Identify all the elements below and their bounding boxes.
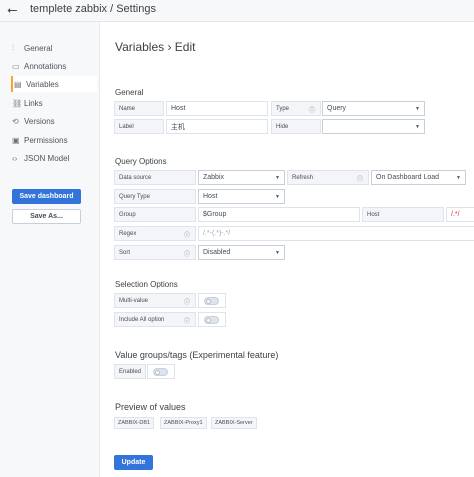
editor-heading: Variables › Edit bbox=[115, 40, 196, 54]
sidebar-item-variables[interactable]: ▤ Variables bbox=[11, 76, 97, 92]
hide-select[interactable]: ▼ bbox=[322, 119, 425, 134]
general-section-title: General bbox=[115, 88, 144, 97]
preview-value-tag: ZABBIX-Server bbox=[211, 417, 257, 429]
refresh-label: Refresh ⓘ bbox=[287, 170, 369, 185]
sidebar-item-label: Versions bbox=[24, 116, 55, 126]
sidebar-item-label: Permissions bbox=[24, 135, 68, 145]
history-icon: ⟲ bbox=[12, 116, 19, 126]
preview-value-tag: ZABBIX-DB1 bbox=[114, 417, 155, 429]
hide-label: Hide bbox=[271, 119, 321, 134]
info-icon[interactable]: ⓘ bbox=[184, 316, 190, 325]
info-icon[interactable]: ⓘ bbox=[184, 297, 190, 306]
arrow-left-icon[interactable]: ⭠ bbox=[7, 2, 17, 18]
regex-label: Regex ⓘ bbox=[114, 226, 196, 241]
sidebar-item-label: Annotations bbox=[24, 61, 67, 71]
group-input[interactable]: $Group bbox=[198, 207, 360, 222]
include-all-label: Include All option ⓘ bbox=[114, 312, 196, 327]
settings-sidebar: ⫶ General ▭ Annotations ▤ Variables ⛓ Li… bbox=[0, 22, 100, 477]
save-dashboard-button[interactable]: Save dashboard bbox=[12, 189, 81, 204]
preview-value-tag: ZABBIX-Proxy1 bbox=[160, 417, 207, 429]
multi-value-toggle[interactable] bbox=[204, 297, 219, 305]
sidebar-item-label: Variables bbox=[26, 79, 59, 89]
sidebar-item-annotations[interactable]: ▭ Annotations bbox=[12, 58, 98, 74]
value-groups-toggle[interactable] bbox=[153, 368, 168, 376]
sidebar-item-json-model[interactable]: ‹› JSON Model bbox=[12, 150, 98, 166]
query-type-label: Query Type bbox=[114, 189, 196, 204]
include-all-toggle-wrap bbox=[198, 312, 226, 327]
link-icon: ⛓ bbox=[12, 98, 23, 108]
chevron-down-icon: ▼ bbox=[456, 175, 461, 181]
info-icon[interactable]: ⓘ bbox=[309, 105, 315, 114]
name-label: Name bbox=[114, 101, 164, 116]
datasource-label: Data source bbox=[114, 170, 196, 185]
preview-section-title: Preview of values bbox=[115, 402, 186, 412]
multi-value-label: Multi-value ⓘ bbox=[114, 293, 196, 308]
group-label: Group bbox=[114, 207, 196, 222]
multi-value-toggle-wrap bbox=[198, 293, 226, 308]
update-button[interactable]: Update bbox=[114, 455, 153, 470]
label-label: Label bbox=[114, 119, 164, 134]
page-title: templete zabbix / Settings bbox=[30, 3, 156, 15]
sidebar-item-links[interactable]: ⛓ Links bbox=[12, 95, 98, 111]
sort-label: Sort ⓘ bbox=[114, 245, 196, 260]
sidebar-item-permissions[interactable]: ▣ Permissions bbox=[12, 132, 98, 148]
lock-icon: ▣ bbox=[12, 135, 20, 145]
host-label: Host bbox=[362, 207, 444, 222]
chevron-down-icon: ▼ bbox=[275, 194, 280, 200]
sliders-icon: ⫶ bbox=[12, 43, 14, 52]
sidebar-item-label: JSON Model bbox=[24, 153, 70, 163]
info-icon[interactable]: ⓘ bbox=[357, 174, 363, 183]
type-select[interactable]: Query ▼ bbox=[322, 101, 425, 116]
refresh-select[interactable]: On Dashboard Load ▼ bbox=[371, 170, 466, 185]
info-icon[interactable]: ⓘ bbox=[184, 249, 190, 258]
selection-options-section-title: Selection Options bbox=[115, 280, 178, 289]
datasource-select[interactable]: Zabbix ▼ bbox=[198, 170, 285, 185]
comment-icon: ▭ bbox=[12, 61, 20, 71]
variables-icon: ▤ bbox=[14, 79, 22, 89]
page-header: ⭠ templete zabbix / Settings bbox=[0, 0, 474, 22]
info-icon[interactable]: ⓘ bbox=[184, 230, 190, 239]
sidebar-item-general[interactable]: ⫶ General bbox=[12, 40, 98, 56]
save-as-button[interactable]: Save As... bbox=[12, 209, 81, 224]
include-all-toggle[interactable] bbox=[204, 316, 219, 324]
value-groups-section-title: Value groups/tags (Experimental feature) bbox=[115, 350, 279, 360]
query-type-select[interactable]: Host ▼ bbox=[198, 189, 285, 204]
host-input[interactable]: /.*/ bbox=[446, 207, 474, 222]
code-icon: ‹› bbox=[12, 153, 18, 163]
type-label: Type ⓘ bbox=[271, 101, 321, 116]
chevron-down-icon: ▼ bbox=[275, 250, 280, 256]
label-input[interactable]: 主机 bbox=[166, 119, 268, 134]
chevron-down-icon: ▼ bbox=[275, 175, 280, 181]
toggle-knob bbox=[206, 318, 211, 323]
toggle-knob bbox=[155, 370, 160, 375]
name-input[interactable]: Host bbox=[166, 101, 268, 116]
query-options-section-title: Query Options bbox=[115, 157, 167, 166]
chevron-down-icon: ▼ bbox=[415, 124, 420, 130]
variable-editor: Variables › Edit General Name Host Type … bbox=[100, 22, 474, 477]
chevron-down-icon: ▼ bbox=[415, 106, 420, 112]
sidebar-item-versions[interactable]: ⟲ Versions bbox=[12, 113, 98, 129]
sidebar-item-label: General bbox=[24, 43, 53, 53]
regex-input[interactable]: /.*-(.*)-.*/ bbox=[198, 226, 474, 241]
sort-select[interactable]: Disabled ▼ bbox=[198, 245, 285, 260]
value-groups-toggle-wrap bbox=[147, 364, 175, 379]
sidebar-item-label: Links bbox=[24, 98, 43, 108]
enabled-label: Enabled bbox=[114, 364, 146, 379]
toggle-knob bbox=[206, 299, 211, 304]
